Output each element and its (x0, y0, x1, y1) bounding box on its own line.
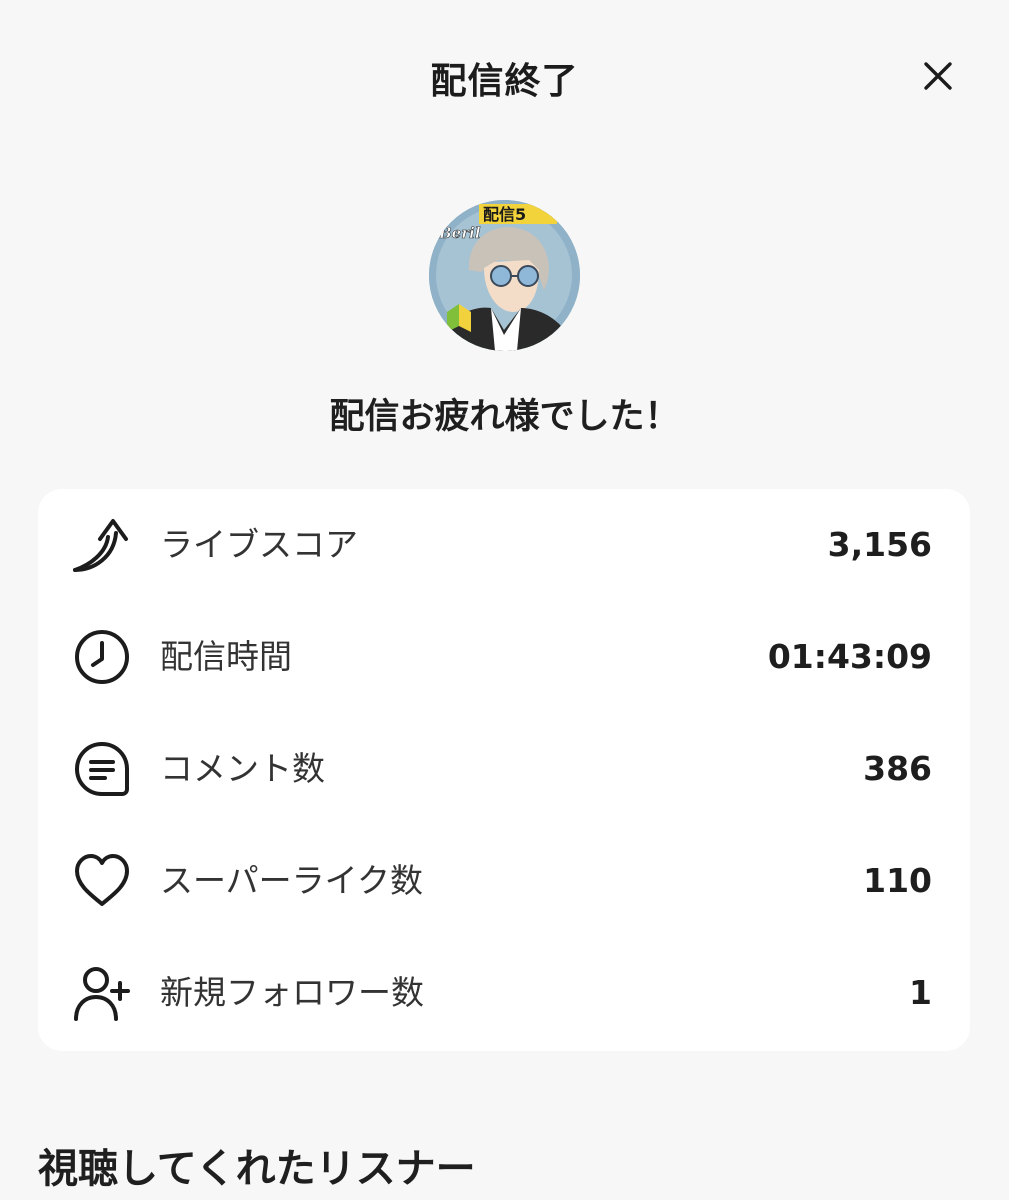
greeting-message: 配信お疲れ様でした！ (329, 397, 680, 437)
stat-value: 1 (909, 973, 932, 1012)
stat-row-new-followers: 新規フォロワー数 1 (38, 937, 970, 1049)
avatar[interactable]: 配信5 Beril (429, 200, 580, 351)
page-title: 配信終了 (430, 61, 579, 102)
trend-arrow-icon (72, 515, 132, 575)
stat-value: 3,156 (827, 525, 932, 564)
clock-icon (72, 627, 132, 687)
stat-row-comments: コメント数 386 (38, 713, 970, 825)
stat-label: 新規フォロワー数 (160, 973, 424, 1012)
close-button[interactable] (912, 50, 964, 102)
avatar-name-text: Beril (438, 224, 481, 242)
comment-icon (72, 739, 132, 799)
stat-row-live-score: ライブスコア 3,156 (38, 489, 970, 601)
stat-value: 110 (863, 861, 932, 900)
stat-label: ライブスコア (160, 525, 358, 564)
stream-end-screen: 配信終了 配信5 Beril 配信お疲れ様でした！ ライブスコア 3,156 配… (0, 0, 1009, 1200)
stat-label: コメント数 (160, 749, 325, 788)
stat-value: 01:43:09 (767, 637, 932, 676)
stats-card: ライブスコア 3,156 配信時間 01:43:09 コメント数 386 スーパ… (38, 489, 970, 1051)
listeners-section-title: 視聴してくれたリスナー (38, 1146, 476, 1192)
avatar-banner-text: 配信5 (483, 205, 526, 224)
add-user-icon (72, 963, 132, 1023)
stat-label: スーパーライク数 (160, 861, 424, 900)
stat-row-super-likes: スーパーライク数 110 (38, 825, 970, 937)
stat-label: 配信時間 (160, 637, 292, 676)
stat-value: 386 (863, 749, 932, 788)
stat-row-stream-time: 配信時間 01:43:09 (38, 601, 970, 713)
close-icon (924, 62, 952, 90)
heart-icon (72, 851, 132, 911)
